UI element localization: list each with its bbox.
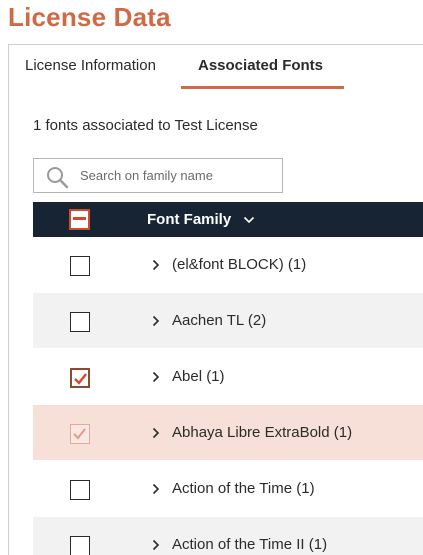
chevron-down-icon[interactable]	[243, 215, 255, 225]
chevron-right-icon[interactable]	[151, 259, 161, 271]
check-icon	[74, 373, 87, 385]
font-family-name: Abel (1)	[172, 368, 225, 385]
table-row[interactable]: Aachen TL (2)	[33, 293, 423, 349]
chevron-right-icon[interactable]	[151, 539, 161, 551]
chevron-right-icon[interactable]	[151, 371, 161, 383]
table-row[interactable]: Abhaya Libre ExtraBold (1)	[33, 405, 423, 461]
license-panel: License Information Associated Fonts 1 f…	[8, 44, 423, 555]
chevron-right-icon[interactable]	[151, 315, 161, 327]
font-family-name: Aachen TL (2)	[172, 312, 267, 329]
table-row[interactable]: Action of the Time II (1)	[33, 517, 423, 555]
row-checkbox[interactable]	[70, 256, 90, 276]
font-family-column-header[interactable]: Font Family	[147, 211, 231, 228]
tab-associated-fonts[interactable]: Associated Fonts	[198, 57, 323, 74]
check-icon	[73, 428, 86, 440]
font-family-name: Action of the Time (1)	[172, 480, 315, 497]
select-all-checkbox[interactable]	[69, 209, 90, 230]
chevron-right-icon[interactable]	[151, 427, 161, 439]
fonts-table: Font Family (el&font BLOCK) (1) Aachen T…	[33, 202, 423, 555]
table-header: Font Family	[33, 202, 423, 237]
tab-license-information[interactable]: License Information	[25, 57, 156, 74]
search-input[interactable]	[80, 159, 276, 192]
table-row[interactable]: Action of the Time (1)	[33, 461, 423, 517]
search-icon	[47, 167, 69, 189]
font-family-name: Abhaya Libre ExtraBold (1)	[172, 424, 353, 441]
search-box[interactable]	[33, 158, 283, 193]
license-data-page: License Data License Information Associa…	[0, 0, 423, 555]
chevron-right-icon[interactable]	[151, 483, 161, 495]
row-checkbox[interactable]	[70, 368, 90, 388]
page-title: License Data	[8, 2, 171, 32]
active-tab-indicator	[181, 86, 344, 89]
indeterminate-dash-icon	[73, 217, 86, 220]
tab-bar: License Information Associated Fonts	[9, 45, 423, 91]
font-family-name: Action of the Time II (1)	[172, 536, 328, 553]
row-checkbox[interactable]	[70, 312, 90, 332]
row-checkbox[interactable]	[70, 480, 90, 500]
table-row[interactable]: Abel (1)	[33, 349, 423, 405]
table-row[interactable]: (el&font BLOCK) (1)	[33, 237, 423, 293]
fonts-count-text: 1 fonts associated to Test License	[33, 117, 258, 134]
row-checkbox[interactable]	[70, 424, 90, 444]
font-family-name: (el&font BLOCK) (1)	[172, 256, 307, 273]
row-checkbox[interactable]	[70, 536, 90, 555]
